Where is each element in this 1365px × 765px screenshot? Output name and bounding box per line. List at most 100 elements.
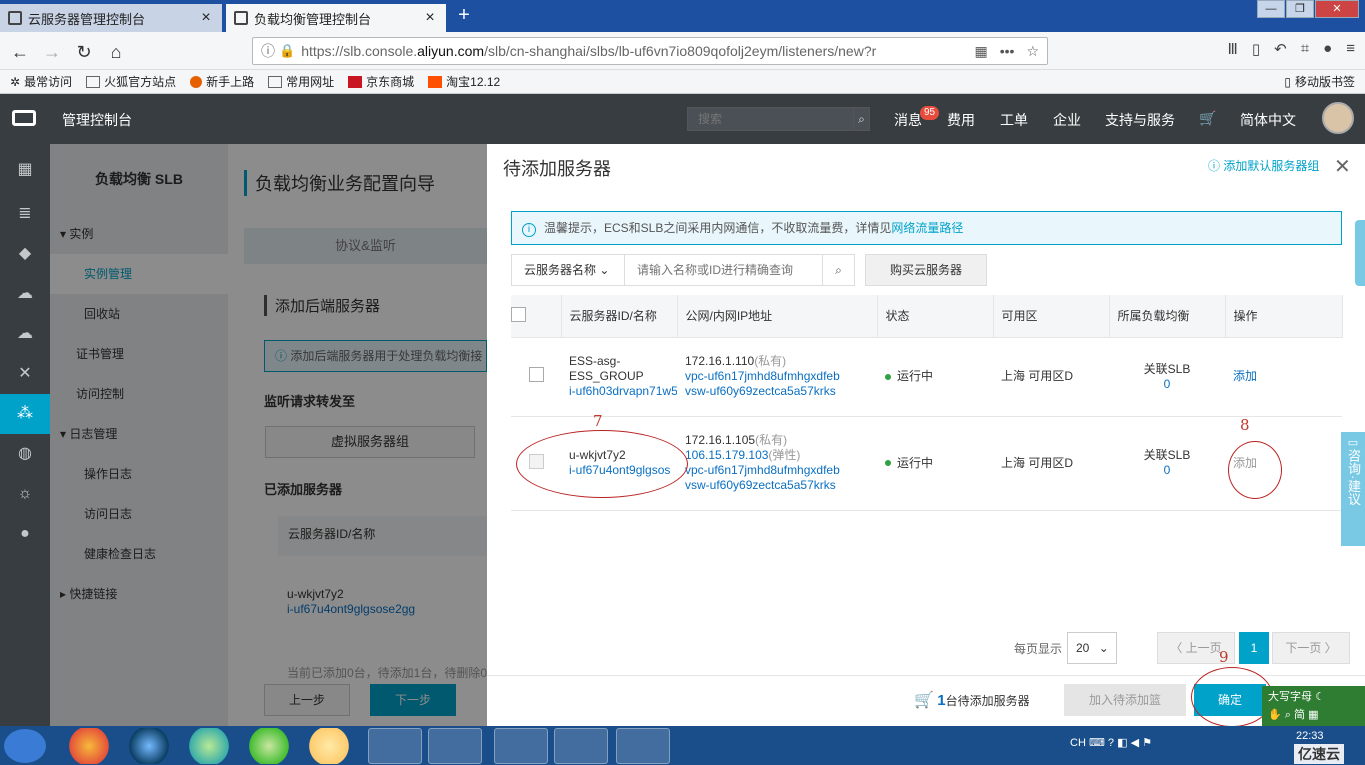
maximize-icon[interactable]: ❐ bbox=[1286, 0, 1314, 18]
search-input[interactable] bbox=[688, 108, 853, 130]
undo-icon[interactable]: ↶ bbox=[1274, 40, 1287, 58]
nav-support[interactable]: 支持与服务 bbox=[1105, 110, 1175, 130]
notes-icon[interactable] bbox=[554, 728, 608, 764]
slb-count-link[interactable]: 0 bbox=[1109, 377, 1225, 392]
vswitch-link[interactable]: vsw-uf60y69zectca5a57krks bbox=[685, 384, 877, 399]
filter-search-input[interactable] bbox=[625, 255, 822, 285]
select-all-checkbox[interactable] bbox=[511, 306, 526, 322]
vpc-link[interactable]: vpc-uf6n17jmhd8ufmhgxdfeb bbox=[685, 463, 877, 478]
buy-ecs-button[interactable]: 购买云服务器 bbox=[865, 254, 987, 286]
qr-code-icon[interactable]: ▦ bbox=[974, 43, 987, 60]
home-icon[interactable]: ⌂ bbox=[102, 38, 130, 66]
traffic-path-link[interactable]: 网络流量路径 bbox=[891, 221, 963, 235]
browser-360-icon[interactable] bbox=[182, 728, 236, 764]
monitor-icon[interactable]: ☼ bbox=[0, 474, 50, 514]
row-checkbox[interactable] bbox=[528, 367, 544, 382]
cloud-icon[interactable]: ☁ bbox=[0, 274, 50, 314]
page-size-select[interactable]: 20 ⌄ bbox=[1067, 632, 1117, 664]
side-collapse-tab[interactable] bbox=[1355, 220, 1365, 286]
annotation-ring-7 bbox=[516, 430, 688, 498]
avatar[interactable] bbox=[1322, 102, 1354, 134]
info-icon[interactable]: ⓘ bbox=[261, 41, 275, 61]
cloud-upload-icon[interactable]: ☁ bbox=[0, 314, 50, 354]
feedback-widget[interactable]: ▭ 咨询·建议 bbox=[1341, 432, 1365, 546]
slb-label: 关联SLB bbox=[1143, 361, 1191, 376]
grid-icon[interactable]: ▦ bbox=[0, 150, 50, 190]
search-icon[interactable]: ⌕ bbox=[822, 255, 854, 285]
nav-tickets[interactable]: 工单 bbox=[1000, 110, 1028, 130]
search-icon[interactable]: ⌕ bbox=[853, 108, 869, 130]
bookmark-item[interactable]: 淘宝12.12 bbox=[428, 73, 500, 90]
next-page-button[interactable]: 下一页 〉 bbox=[1272, 632, 1350, 664]
slb-count-link[interactable]: 0 bbox=[1109, 463, 1225, 478]
close-tab-icon[interactable]: × bbox=[422, 9, 438, 27]
bookmark-item[interactable]: 新手上路 bbox=[190, 73, 254, 90]
flag-icon[interactable]: ⚑ bbox=[1142, 737, 1152, 749]
forward-icon[interactable]: → bbox=[38, 38, 66, 66]
file-explorer-icon[interactable] bbox=[428, 728, 482, 764]
close-window-icon[interactable]: ✕ bbox=[1315, 0, 1359, 18]
back-icon[interactable]: ← bbox=[6, 38, 34, 66]
server-name: ESS_GROUP bbox=[569, 369, 644, 383]
nav-language[interactable]: 简体中文 bbox=[1240, 110, 1296, 130]
word-icon[interactable] bbox=[616, 728, 670, 764]
window-controls: — ❐ ✕ bbox=[1256, 0, 1359, 18]
slb-icon[interactable]: ⁂ bbox=[0, 394, 50, 434]
help-icon[interactable]: ? bbox=[1108, 737, 1114, 749]
media-player-icon[interactable] bbox=[302, 728, 356, 764]
drawer-close-icon[interactable]: ✕ bbox=[1334, 154, 1351, 179]
tools-icon[interactable]: ✕ bbox=[0, 354, 50, 394]
add-action-link[interactable]: 添加 bbox=[1233, 369, 1257, 383]
close-tab-icon[interactable]: × bbox=[198, 9, 214, 27]
ime-toolbar[interactable]: 大写字母 ☾ ✋ ⌕ 简 ▦ bbox=[1262, 686, 1365, 726]
nav-billing[interactable]: 费用 bbox=[947, 110, 975, 130]
add-to-queue-button[interactable]: 加入待添加篮 bbox=[1064, 684, 1186, 716]
volume-icon[interactable]: ◀ bbox=[1131, 737, 1139, 749]
screenshot-icon[interactable]: ⌗ bbox=[1301, 40, 1309, 58]
security-icon[interactable]: ◆ bbox=[0, 234, 50, 274]
bookmark-item[interactable]: 火狐官方站点 bbox=[86, 73, 176, 90]
bookmark-star-icon[interactable]: ☆ bbox=[1026, 43, 1039, 60]
rdp-icon[interactable] bbox=[494, 728, 548, 764]
server-id-link[interactable]: i-uf6h03drvapn71w5 bbox=[569, 384, 677, 399]
bookmark-item[interactable]: 京东商城 bbox=[348, 73, 414, 90]
mobile-bookmarks[interactable]: ▯ 移动版书签 bbox=[1284, 73, 1355, 90]
minimize-icon[interactable]: — bbox=[1257, 0, 1285, 18]
language-indicator[interactable]: CH bbox=[1070, 737, 1086, 749]
bookmark-item[interactable]: ✲ 最常访问 bbox=[10, 73, 72, 90]
ie-icon[interactable] bbox=[122, 728, 176, 764]
nav-messages[interactable]: 消息 bbox=[894, 110, 922, 130]
vswitch-link[interactable]: vsw-uf60y69zectca5a57krks bbox=[685, 478, 877, 493]
cart-icon[interactable]: 🛒 bbox=[1199, 110, 1216, 127]
bookmark-item[interactable]: 常用网址 bbox=[268, 73, 334, 90]
library-icon[interactable]: Ⅲ bbox=[1228, 40, 1238, 58]
filter-field-select[interactable]: 云服务器名称 ⌄ bbox=[512, 255, 625, 285]
nav-enterprise[interactable]: 企业 bbox=[1053, 110, 1081, 130]
reload-icon[interactable]: ↻ bbox=[70, 38, 98, 66]
pending-cart[interactable]: 🛒 1台待添加服务器 bbox=[914, 690, 1030, 710]
more-icon[interactable]: ••• bbox=[1000, 43, 1015, 60]
globe-icon[interactable]: ◍ bbox=[0, 434, 50, 474]
sidebar-icon[interactable]: ▯ bbox=[1252, 40, 1260, 58]
browser-tab-ecs[interactable]: 云服务器管理控制台 × bbox=[0, 4, 222, 32]
iqiyi-icon[interactable] bbox=[242, 728, 296, 764]
modal-overlay[interactable] bbox=[50, 144, 487, 726]
new-tab-icon[interactable]: + bbox=[452, 4, 476, 27]
menu-icon[interactable]: ≡ bbox=[1346, 40, 1355, 58]
add-default-group-link[interactable]: ⓘ 添加默认服务器组 bbox=[1208, 157, 1319, 174]
chat-icon[interactable]: ● bbox=[1323, 40, 1332, 58]
aliyun-logo-icon[interactable] bbox=[12, 110, 36, 126]
circle-icon[interactable]: ● bbox=[0, 514, 50, 554]
app-picasa-icon[interactable] bbox=[62, 728, 116, 764]
url-bar[interactable]: ⓘ 🔒 https://slb.console.aliyun.com/slb/c… bbox=[252, 37, 1048, 65]
keyboard-icon[interactable]: ⌨ bbox=[1089, 737, 1105, 749]
console-title[interactable]: 管理控制台 bbox=[62, 110, 132, 130]
firefox-taskbar-icon[interactable] bbox=[368, 728, 422, 764]
browser-tab-slb[interactable]: 负载均衡管理控制台 × bbox=[226, 4, 446, 32]
start-button-icon[interactable] bbox=[4, 729, 46, 763]
current-page[interactable]: 1 bbox=[1239, 632, 1269, 664]
clock[interactable]: 22:33 bbox=[1296, 730, 1324, 742]
list-icon[interactable]: ≣ bbox=[0, 194, 50, 234]
vpc-link[interactable]: vpc-uf6n17jmhd8ufmhgxdfeb bbox=[685, 369, 877, 384]
network-icon[interactable]: ◧ bbox=[1117, 737, 1127, 749]
